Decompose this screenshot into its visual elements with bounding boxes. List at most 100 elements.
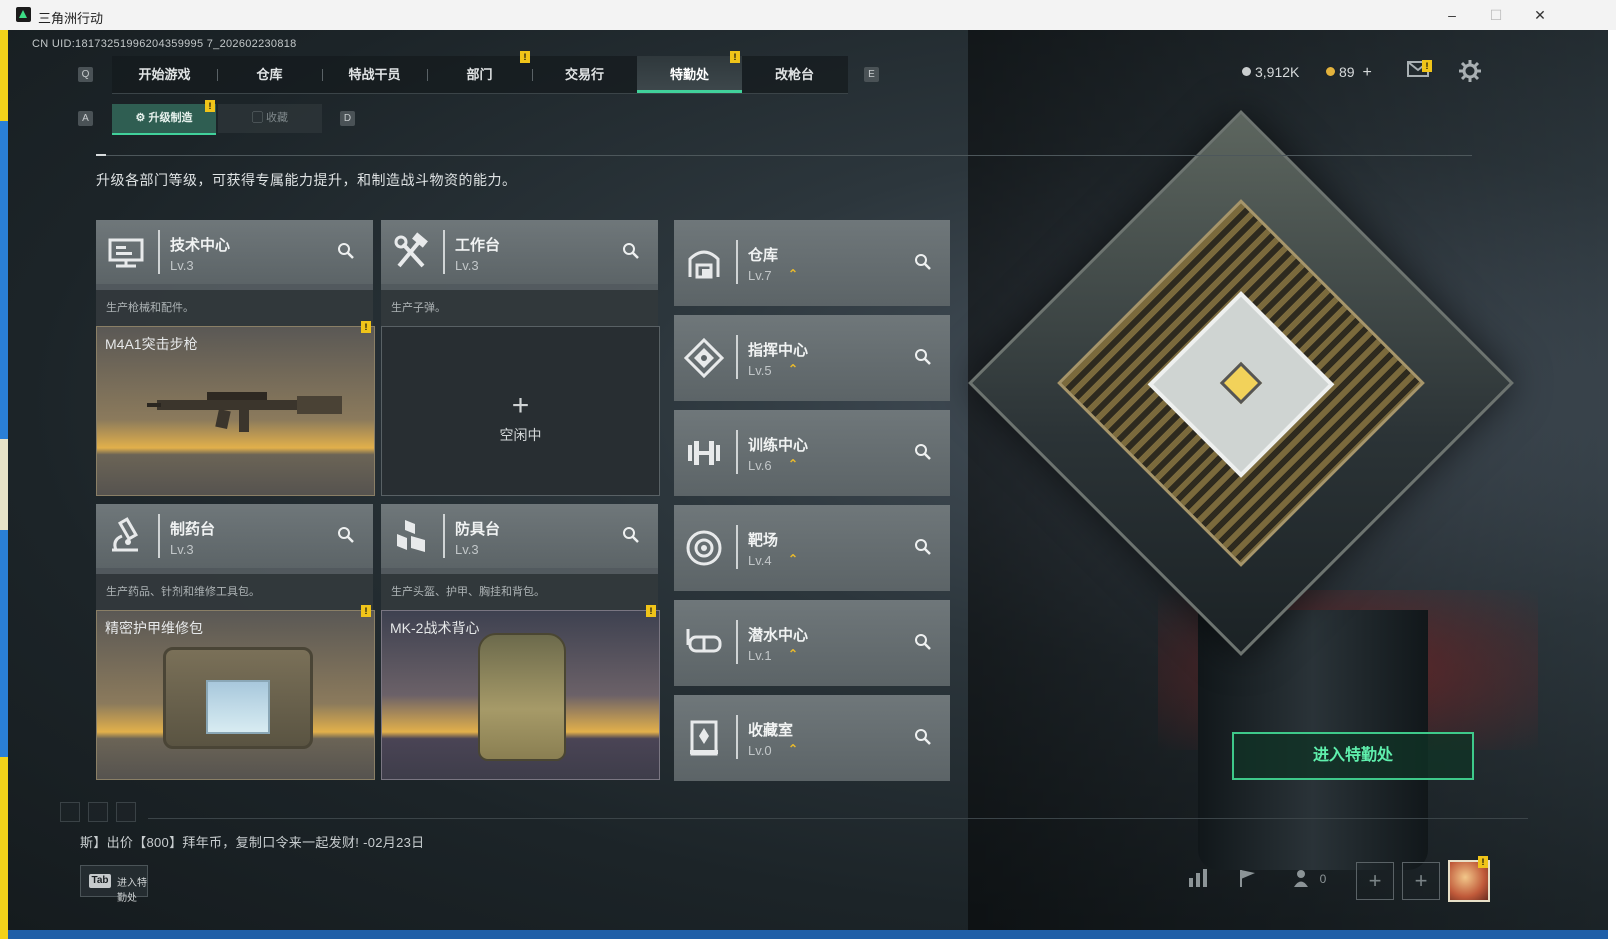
department-card-collection-room[interactable]: 收藏室 Lv.0 ⌃ [674,695,950,781]
card-title: 指挥中心 [748,342,809,359]
card-divider [736,525,738,569]
search-icon[interactable] [914,348,934,368]
search-icon[interactable] [914,538,934,558]
card-title: 仓库 [748,247,779,264]
search-icon[interactable] [622,526,642,546]
cube-dot [1219,361,1263,405]
production-slot[interactable]: 精密护甲维修包 [96,610,375,780]
production-slot-idle[interactable]: + 空闲中 [381,326,660,496]
production-slot[interactable]: M4A1突击步枪 [96,326,375,496]
department-card-diving-center[interactable]: 潜水中心 Lv.1 ⌃ [674,600,950,686]
production-card-tech-center[interactable]: 技术中心 Lv.3 生产枪械和配件。 M4A1突击步枪 ! [96,220,375,496]
production-slot[interactable]: MK-2战术背心 [381,610,660,780]
tab-operators[interactable]: 特战干员 [322,56,427,93]
search-icon[interactable] [914,633,934,653]
search-icon[interactable] [622,242,642,262]
card-subtitle: 生产枪械和配件。 [96,290,373,326]
card-title: 训练中心 [748,437,809,454]
target-icon [684,528,724,568]
department-card-shooting-range[interactable]: 靶场 Lv.4 ⌃ [674,505,950,591]
taskbar-strip [8,930,1608,939]
subnav-next-key[interactable]: D [340,111,355,126]
microscope-icon [106,516,146,556]
tab-key-icon: Tab [89,874,111,888]
card-level: Lv.0 [748,743,772,758]
upgrade-icon: ⚙ [135,112,149,124]
gold-coin-icon [1326,67,1335,76]
card-level: Lv.7 [748,268,772,283]
subtab-collection[interactable]: ▢ 收藏 [218,104,322,133]
nav-next-key[interactable]: E [864,67,879,82]
gear-icon[interactable] [1458,60,1482,84]
announcement-ticker: 斯】出价【800】拜年币，复制口令来一起发财! -02月23日 [80,835,425,850]
search-icon[interactable] [337,242,357,262]
department-card-warehouse[interactable]: 仓库 Lv.7 ⌃ [674,220,950,306]
upgrade-available-icon: ⌃ [788,552,799,566]
tab-warehouse[interactable]: 仓库 [217,56,322,93]
tab-start-game[interactable]: 开始游戏 [112,56,217,93]
card-divider [158,514,160,558]
goggles-icon [684,623,724,663]
add-icon[interactable]: + [382,389,659,423]
production-card-workbench[interactable]: 工作台 Lv.3 生产子弹。 + 空闲中 [381,220,660,496]
add-slot-button[interactable]: + [1356,862,1394,900]
silver-coin-icon [1242,67,1251,76]
avatar-alert-badge: ! [1478,856,1488,868]
subnav-prev-key[interactable]: A [78,111,93,126]
production-card-armor[interactable]: 防具台 Lv.3 生产头盔、护甲、胸挂和背包。 MK-2战术背心 ! [381,504,660,780]
computer-icon [106,232,146,272]
card-level: Lv.3 [455,258,479,273]
upgrade-available-icon: ⌃ [788,742,799,756]
add-gold-icon[interactable]: + [1362,64,1371,81]
subtab-upgrade-manufacture[interactable]: ⚙ 升级制造 [112,104,216,135]
enter-special-ops-button[interactable]: 进入特勤处 [1232,732,1474,780]
minimize-button[interactable]: – [1432,4,1472,26]
bottom-divider [148,818,1528,819]
subtab-upgrade-label: 升级制造 [148,112,193,124]
card-divider [736,620,738,664]
search-icon[interactable] [914,443,934,463]
tab-gunsmith[interactable]: 改枪台 [742,56,847,93]
tab-special-ops[interactable]: 特勤处 [637,56,742,93]
maximize-button[interactable]: ☐ [1476,4,1516,26]
tab-departments[interactable]: 部门 [427,56,532,93]
repair-kit-image [163,647,313,749]
card-level: Lv.1 [748,648,772,663]
bar-chart-icon[interactable] [1186,868,1210,894]
bottom-slot [60,802,80,822]
search-icon[interactable] [337,526,357,546]
card-header: 工作台 Lv.3 [381,220,658,284]
search-icon[interactable] [914,253,934,273]
upgrade-available-icon: ⌃ [788,457,799,471]
card-title: 收藏室 [748,722,794,739]
search-icon[interactable] [914,728,934,748]
tab-trading[interactable]: 交易行 [532,56,637,93]
card-title: 制药台 [170,521,216,538]
department-card-command-center[interactable]: 指挥中心 Lv.5 ⌃ [674,315,950,401]
department-card-training-center[interactable]: 训练中心 Lv.6 ⌃ [674,410,950,496]
card-title: 技术中心 [170,237,231,254]
gold-currency[interactable]: 89 + [1326,64,1372,82]
nav-prev-key[interactable]: Q [78,67,93,82]
card-subtitle: 生产药品、针剂和维修工具包。 [96,574,373,610]
cube-inner [1057,199,1425,567]
friends-icon[interactable]: 0 [1292,868,1340,894]
flag-icon[interactable] [1236,868,1260,894]
trophy-icon [684,718,724,758]
close-button[interactable]: ✕ [1520,4,1560,26]
card-header: 制药台 Lv.3 [96,504,373,568]
production-card-pharmacy[interactable]: 制药台 Lv.3 生产药品、针剂和维修工具包。 精密护甲维修包 ! [96,504,375,780]
card-divider [736,240,738,284]
repair-kit-window [206,680,270,734]
card-level: Lv.3 [170,542,194,557]
card-divider [736,335,738,379]
upgrade-available-icon: ⌃ [788,362,799,376]
card-header: 靶场 Lv.4 ⌃ [674,505,950,591]
product-name: M4A1突击步枪 [105,336,198,352]
card-divider [158,230,160,274]
upgrade-available-icon: ⌃ [788,647,799,661]
window-title: 三角洲行动 [38,11,104,26]
add-slot-button[interactable]: + [1402,862,1440,900]
tab-shortcut-hint[interactable]: Tab 进入特勤处 [80,865,148,904]
card-header: 指挥中心 Lv.5 ⌃ [674,315,950,401]
